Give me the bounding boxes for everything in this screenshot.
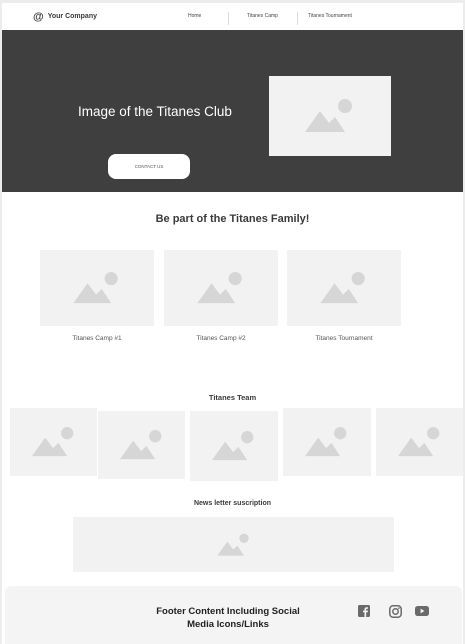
youtube-icon[interactable]: [415, 606, 429, 616]
instagram-icon[interactable]: [389, 605, 402, 618]
image-placeholder-icon: [119, 430, 161, 460]
image-placeholder-icon: [305, 427, 347, 457]
image-placeholder-icon: [216, 533, 249, 556]
image-placeholder-icon: [31, 427, 73, 457]
tournament-label[interactable]: Titanes Tournament: [287, 335, 401, 342]
nav-divider: [297, 12, 298, 25]
nav-titanes-camp[interactable]: Titanes Camp: [247, 13, 278, 19]
camp-2-label[interactable]: Titanes Camp #2: [164, 335, 278, 342]
brand-logo[interactable]: @ Your Company: [33, 11, 97, 23]
hero-title: Image of the Titanes Club: [78, 104, 232, 119]
family-section-title: Be part of the Titanes Family!: [155, 213, 310, 225]
camp-1-image[interactable]: [40, 250, 154, 326]
image-placeholder-icon: [320, 271, 365, 304]
site-footer: Footer Content Including Social Media Ic…: [5, 586, 462, 644]
team-member-photo[interactable]: [376, 408, 463, 476]
team-member-photo[interactable]: [10, 408, 97, 476]
camp-2-image[interactable]: [164, 250, 278, 326]
at-logo-icon: @: [33, 11, 44, 23]
company-name: Your Company: [47, 13, 97, 20]
tournament-image[interactable]: [287, 250, 401, 326]
hero-image: [269, 76, 391, 156]
nav-titanes-tournament[interactable]: Titanes Tournament: [308, 13, 352, 19]
newsletter-title: News letter suscription: [193, 500, 272, 507]
nav-home[interactable]: Home: [188, 13, 201, 19]
hero-banner: Image of the Titanes Club CONTACT US: [2, 30, 463, 192]
nav-divider: [228, 12, 229, 25]
camp-1-label[interactable]: Titanes Camp #1: [40, 335, 154, 342]
image-placeholder-icon: [305, 99, 352, 132]
image-placeholder-icon: [212, 431, 254, 461]
team-member-photo[interactable]: [190, 411, 278, 481]
team-member-photo[interactable]: [98, 411, 185, 479]
image-placeholder-icon: [197, 271, 242, 304]
team-member-photo[interactable]: [283, 408, 371, 476]
facebook-icon[interactable]: [358, 605, 370, 617]
page: @ Your Company Home Titanes Camp Titanes…: [2, 3, 463, 644]
footer-content: Footer Content Including Social Media Ic…: [156, 606, 300, 630]
image-placeholder-icon: [73, 271, 118, 304]
image-placeholder-icon: [397, 427, 439, 457]
site-header: @ Your Company Home Titanes Camp Titanes…: [2, 3, 463, 30]
team-section-title: Titanes Team: [208, 393, 257, 402]
newsletter-signup-box[interactable]: [73, 517, 394, 572]
contact-us-button[interactable]: CONTACT US: [108, 154, 190, 179]
